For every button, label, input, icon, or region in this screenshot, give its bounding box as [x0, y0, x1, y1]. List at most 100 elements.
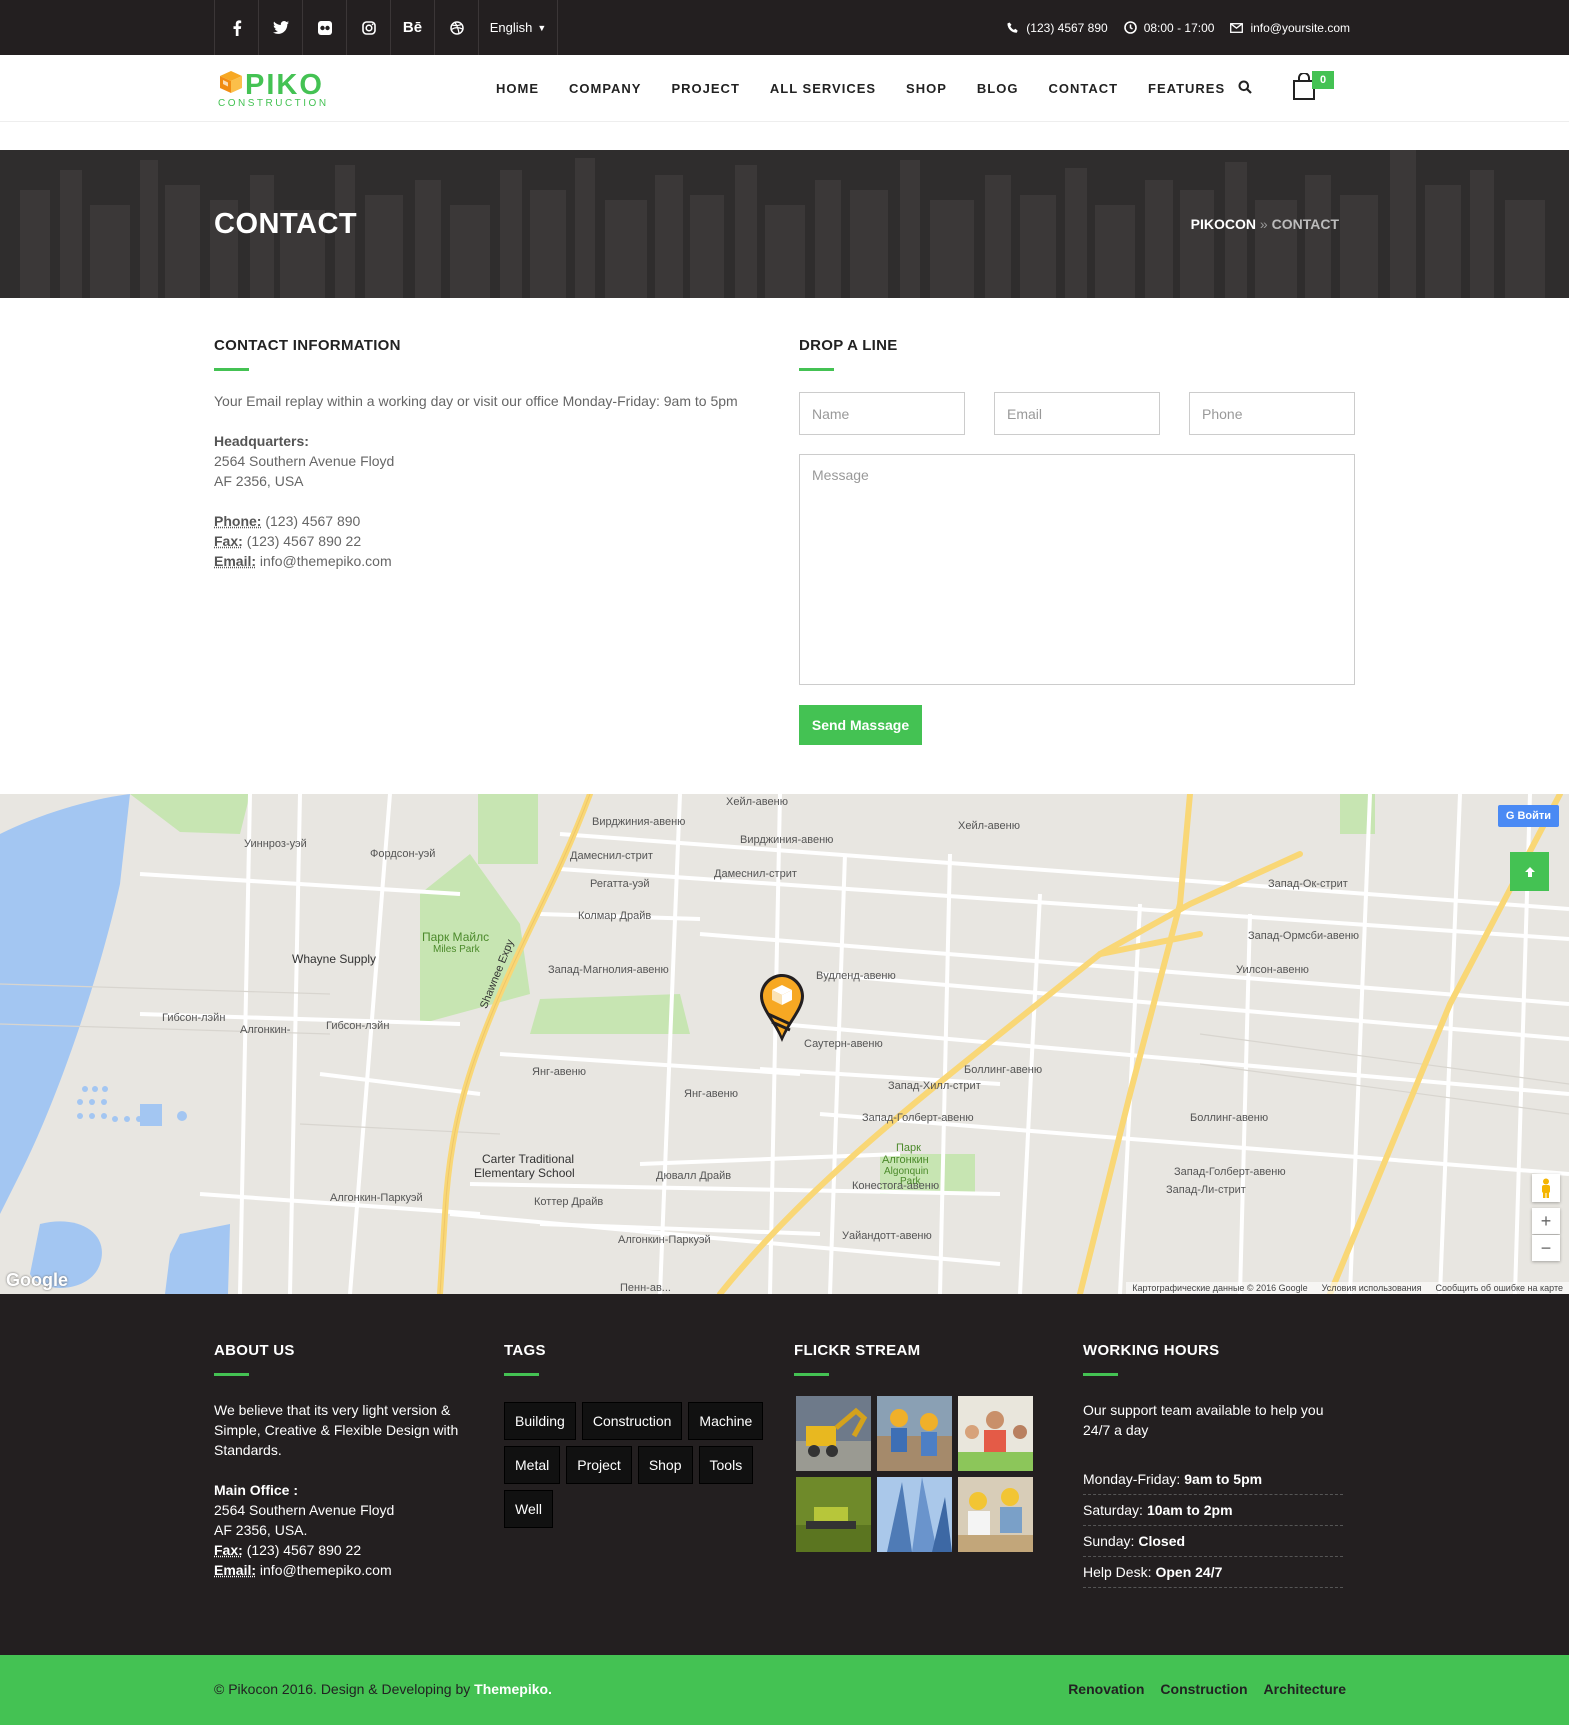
- search-icon[interactable]: [1238, 80, 1252, 94]
- map-terms-link[interactable]: Условия использования: [1322, 1283, 1422, 1293]
- flickr-photo-workers[interactable]: [877, 1396, 952, 1471]
- map-label: Фордсон-уэй: [370, 848, 436, 860]
- back-to-top-button[interactable]: [1510, 852, 1549, 891]
- map-label: Carter Traditional: [482, 1152, 575, 1166]
- footer-flickr-title: FLICKR STREAM: [794, 1342, 921, 1359]
- map-label: Алгонкин-: [240, 1024, 291, 1036]
- nav-blog[interactable]: BLOG: [977, 81, 1019, 96]
- hours-day: Sunday:: [1083, 1533, 1135, 1549]
- email-value[interactable]: info@themepiko.com: [260, 553, 392, 569]
- logo[interactable]: PIKO CONSTRUCTION: [218, 69, 338, 109]
- map-label: Хейл-авеню: [726, 796, 788, 808]
- footer-flickr: FLICKR STREAM: [794, 1342, 920, 1376]
- message-field[interactable]: Message: [799, 454, 1355, 685]
- main-header: PIKO CONSTRUCTION HOME COMPANY PROJECT A…: [0, 55, 1569, 122]
- map-label: Запад-Ли-стрит: [1166, 1184, 1246, 1196]
- footer-hours: WORKING HOURS Our support team available…: [1083, 1342, 1343, 1440]
- nav-shop[interactable]: SHOP: [906, 81, 947, 96]
- title-underline: [214, 368, 249, 371]
- top-hours: 08:00 - 17:00: [1143, 20, 1215, 35]
- hq-label: Headquarters:: [214, 433, 309, 449]
- nav-project[interactable]: PROJECT: [671, 81, 739, 96]
- twitter-icon[interactable]: [258, 0, 302, 55]
- phone-icon: [1007, 22, 1018, 33]
- tag-shop[interactable]: Shop: [637, 1446, 693, 1484]
- zoom-in-button[interactable]: +: [1532, 1208, 1560, 1234]
- nav-contact[interactable]: CONTACT: [1048, 81, 1118, 96]
- nav-all-services[interactable]: ALL SERVICES: [770, 81, 876, 96]
- hours-time: Closed: [1138, 1533, 1186, 1549]
- tag-metal[interactable]: Metal: [504, 1446, 561, 1484]
- chevron-down-icon: ▼: [537, 22, 547, 33]
- google-map[interactable]: Хейл-авеню Хейл-авеню Вирджиния-авеню Ви…: [0, 794, 1569, 1294]
- map-label: Алгонкин-Паркуэй: [330, 1192, 423, 1204]
- language-label: English: [489, 20, 533, 35]
- footer-link-renovation[interactable]: Renovation: [1068, 1681, 1144, 1697]
- hours-day: Help Desk:: [1083, 1564, 1152, 1580]
- hours-row: Monday-Friday: 9am to 5pm: [1083, 1464, 1343, 1495]
- contact-info-title: CONTACT INFORMATION: [214, 337, 401, 354]
- flickr-photo-engineers[interactable]: [958, 1477, 1033, 1552]
- hours-day: Monday-Friday:: [1083, 1471, 1181, 1487]
- map-label: Запад-Голберт-авеню: [1174, 1166, 1286, 1178]
- social-links: Bē English ▼: [214, 0, 558, 55]
- hours-row: Sunday: Closed: [1083, 1526, 1343, 1557]
- street-view-pegman-icon[interactable]: [1532, 1174, 1560, 1202]
- tag-cloud: Building Construction Machine Metal Proj…: [504, 1402, 764, 1528]
- footer-tags-title: TAGS: [504, 1342, 546, 1359]
- hq-line2: AF 2356, USA: [214, 473, 304, 489]
- google-signin-button[interactable]: G Войти: [1498, 805, 1559, 827]
- tag-project[interactable]: Project: [566, 1446, 632, 1484]
- footer-tags: TAGS: [504, 1342, 546, 1376]
- map-label: Запад-Ок-стрит: [1268, 878, 1348, 890]
- top-phone[interactable]: (123) 4567 890: [1026, 21, 1107, 35]
- footer-email[interactable]: info@themepiko.com: [260, 1562, 392, 1578]
- hours-text: Our support team available to help you 2…: [1083, 1402, 1324, 1438]
- nav-home[interactable]: HOME: [496, 81, 539, 96]
- send-button[interactable]: Send Massage: [799, 705, 922, 745]
- phone-label: Phone:: [214, 513, 262, 529]
- email-field[interactable]: Email: [994, 392, 1160, 435]
- flickr-photo-excavator[interactable]: [796, 1396, 871, 1471]
- map-report-link[interactable]: Сообщить об ошибке на карте: [1436, 1283, 1563, 1293]
- map-label: Коттер Драйв: [534, 1196, 604, 1208]
- flickr-photo-team[interactable]: [958, 1396, 1033, 1471]
- flickr-icon[interactable]: [302, 0, 346, 55]
- contact-information: CONTACT INFORMATION Your Email replay wi…: [214, 337, 754, 571]
- behance-icon[interactable]: Bē: [390, 0, 434, 55]
- tag-well[interactable]: Well: [504, 1490, 553, 1528]
- flickr-photo-bulldozer[interactable]: [796, 1477, 871, 1552]
- footer-link-architecture[interactable]: Architecture: [1264, 1681, 1346, 1697]
- breadcrumb: PIKOCON » CONTACT: [1191, 216, 1339, 232]
- map-label: Алгонкин: [882, 1154, 929, 1166]
- copyright-brand-link[interactable]: Themepiko.: [474, 1681, 552, 1697]
- tag-tools[interactable]: Tools: [698, 1446, 754, 1484]
- hours-row: Saturday: 10am to 2pm: [1083, 1495, 1343, 1526]
- map-label: Запад-Магнолия-авеню: [548, 964, 669, 976]
- facebook-icon[interactable]: [214, 0, 258, 55]
- instagram-icon[interactable]: [346, 0, 390, 55]
- map-label: Янг-авеню: [684, 1088, 738, 1100]
- footer-link-construction[interactable]: Construction: [1160, 1681, 1247, 1697]
- copyright-line: © Pikocon 2016. Design & Developing by: [214, 1681, 471, 1697]
- top-email[interactable]: info@yoursite.com: [1250, 21, 1350, 35]
- office-line2: AF 2356, USA.: [214, 1522, 308, 1538]
- tag-construction[interactable]: Construction: [581, 1402, 683, 1440]
- nav-company[interactable]: COMPANY: [569, 81, 641, 96]
- map-label: Whayne Supply: [292, 952, 377, 966]
- name-field[interactable]: Name: [799, 392, 965, 435]
- hours-time: 9am to 5pm: [1184, 1471, 1263, 1487]
- map-attribution: Картографические данные © 2016 Google Ус…: [1126, 1282, 1569, 1294]
- phone-field[interactable]: Phone: [1189, 392, 1355, 435]
- dribbble-icon[interactable]: [434, 0, 478, 55]
- language-selector[interactable]: English ▼: [478, 0, 558, 55]
- map-label: Регатта-уэй: [590, 878, 650, 890]
- nav-features[interactable]: FEATURES: [1148, 81, 1225, 96]
- top-bar: Bē English ▼ (123) 4567 890 08:00 - 17:0…: [0, 0, 1569, 55]
- hq-line1: 2564 Southern Avenue Floyd: [214, 453, 395, 469]
- breadcrumb-home[interactable]: PIKOCON: [1191, 216, 1256, 232]
- tag-machine[interactable]: Machine: [688, 1402, 764, 1440]
- zoom-out-button[interactable]: −: [1532, 1235, 1560, 1261]
- flickr-photo-skyscrapers[interactable]: [877, 1477, 952, 1552]
- tag-building[interactable]: Building: [504, 1402, 576, 1440]
